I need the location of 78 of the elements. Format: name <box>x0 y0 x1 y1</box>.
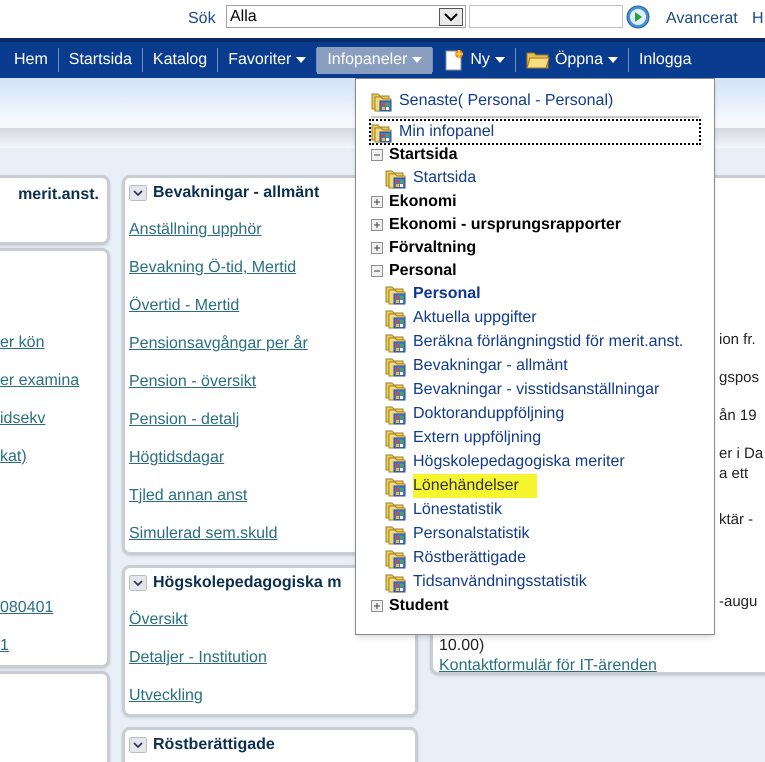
menu-item[interactable]: Bevakningar - visstidsanställningar <box>371 378 699 402</box>
report-link[interactable]: 080401 <box>0 598 54 618</box>
report-link[interactable]: Utveckling <box>129 686 203 706</box>
menu-group-label[interactable]: Ekonomi - ursprungsrapporter <box>389 212 622 236</box>
contact-form-link[interactable]: Kontaktformulär för IT-ärenden <box>439 656 657 676</box>
folder-icon <box>526 50 550 70</box>
text-fragment: er i Da <box>719 444 764 464</box>
menu-item[interactable]: Lönehändelser <box>371 474 699 498</box>
menu-item[interactable]: Röstberättigade <box>371 546 699 570</box>
menu-item[interactable]: Beräkna förlängningstid för merit.anst. <box>371 330 699 354</box>
menu-item[interactable]: Extern uppföljning <box>371 426 699 450</box>
go-icon[interactable] <box>626 5 650 29</box>
menu-group-label[interactable]: Förvaltning <box>389 236 476 260</box>
menu-item[interactable]: Personal <box>371 282 699 306</box>
menu-item[interactable]: Tidsanvändningsstatistik <box>371 570 699 594</box>
menu-item[interactable]: Högskolepedagogiska meriter <box>371 450 699 474</box>
expand-icon[interactable] <box>371 218 383 230</box>
collapse-icon[interactable] <box>371 264 383 276</box>
text-fragment: ån 19 <box>719 406 758 426</box>
panel-title: Röstberättigade <box>153 735 275 755</box>
nav-tab[interactable]: Katalog <box>142 46 218 74</box>
expand-icon[interactable] <box>371 242 383 254</box>
collapse-chevron-icon[interactable] <box>129 575 147 591</box>
nav-tab[interactable]: Inlogga <box>628 46 702 74</box>
scope-select[interactable]: Alla <box>226 5 466 28</box>
nav-tab[interactable]: Startsida <box>58 46 142 74</box>
collapse-icon[interactable] <box>371 148 383 160</box>
report-link[interactable]: idsekv <box>0 409 46 429</box>
report-link[interactable]: Anställning upphör <box>129 220 262 240</box>
help-link[interactable]: H <box>752 7 764 31</box>
report-link[interactable]: Detaljer - Institution <box>129 648 267 668</box>
menu-group-label[interactable]: Personal <box>389 258 457 282</box>
menu-item[interactable]: Lönestatistik <box>371 498 699 522</box>
collapse-chevron-icon[interactable] <box>129 737 147 753</box>
nav-tab[interactable]: Favoriter <box>218 46 316 74</box>
report-link[interactable]: Övertid - Mertid <box>129 296 240 316</box>
panel-title: Högskolepedagogiska m <box>153 573 342 593</box>
nav-tab[interactable]: Hem <box>4 46 58 74</box>
advanced-search-link[interactable]: Avancerat <box>666 7 738 31</box>
report-link[interactable]: 1 <box>0 636 9 656</box>
menu-item[interactable]: Min infopanel <box>371 121 699 143</box>
panel-title: Bevakningar - allmänt <box>153 183 320 203</box>
report-link[interactable]: Tjled annan anst <box>129 486 248 506</box>
report-link[interactable]: Bevakning Ö-tid, Mertid <box>129 258 296 278</box>
expand-icon[interactable] <box>371 600 383 612</box>
menu-group-label[interactable]: Startsida <box>389 142 458 166</box>
dropdown-icon <box>439 8 463 26</box>
report-link[interactable]: Pensionsavgångar per år <box>129 334 308 354</box>
report-link[interactable]: er examina <box>0 371 80 391</box>
search-label: Sök <box>188 9 216 29</box>
menu-item[interactable]: Aktuella uppgifter <box>371 306 699 330</box>
report-link[interactable]: er kön <box>0 333 44 353</box>
menu-item[interactable]: Bevakningar - allmänt <box>371 354 699 378</box>
menu-item[interactable]: Doktoranduppföljning <box>371 402 699 426</box>
panel-title: merit.anst. <box>18 185 99 205</box>
menu-group-label[interactable]: Ekonomi <box>389 190 457 214</box>
collapse-chevron-icon[interactable] <box>129 185 147 201</box>
report-link[interactable]: Översikt <box>129 610 188 630</box>
nav-tab[interactable]: Ny <box>433 46 515 74</box>
menu-group-label[interactable]: Student <box>389 594 449 618</box>
nav-tab[interactable]: Öppna <box>516 46 628 74</box>
text-fragment: ktär - <box>719 510 754 530</box>
report-link[interactable]: Pension - detalj <box>129 410 240 430</box>
expand-icon[interactable] <box>371 196 383 208</box>
report-link[interactable]: Simulerad sem.skuld <box>129 524 278 544</box>
menu-item[interactable]: Startsida <box>371 166 699 190</box>
text-fragment: ion fr. <box>719 330 757 350</box>
new-document-icon <box>443 49 466 71</box>
text-fragment: 10.00) <box>439 636 486 656</box>
report-link[interactable]: kat) <box>0 447 27 467</box>
menu-item[interactable]: Senaste( Personal - Personal) <box>371 89 699 113</box>
report-link[interactable]: Högtidsdagar <box>129 448 224 468</box>
menu-item[interactable]: Personalstatistik <box>371 522 699 546</box>
text-fragment: -augu <box>719 592 758 612</box>
search-field[interactable] <box>469 5 623 28</box>
text-fragment: gspos <box>719 368 760 388</box>
text-fragment: a ett <box>719 464 750 484</box>
report-link[interactable]: Pension - översikt <box>129 372 256 392</box>
